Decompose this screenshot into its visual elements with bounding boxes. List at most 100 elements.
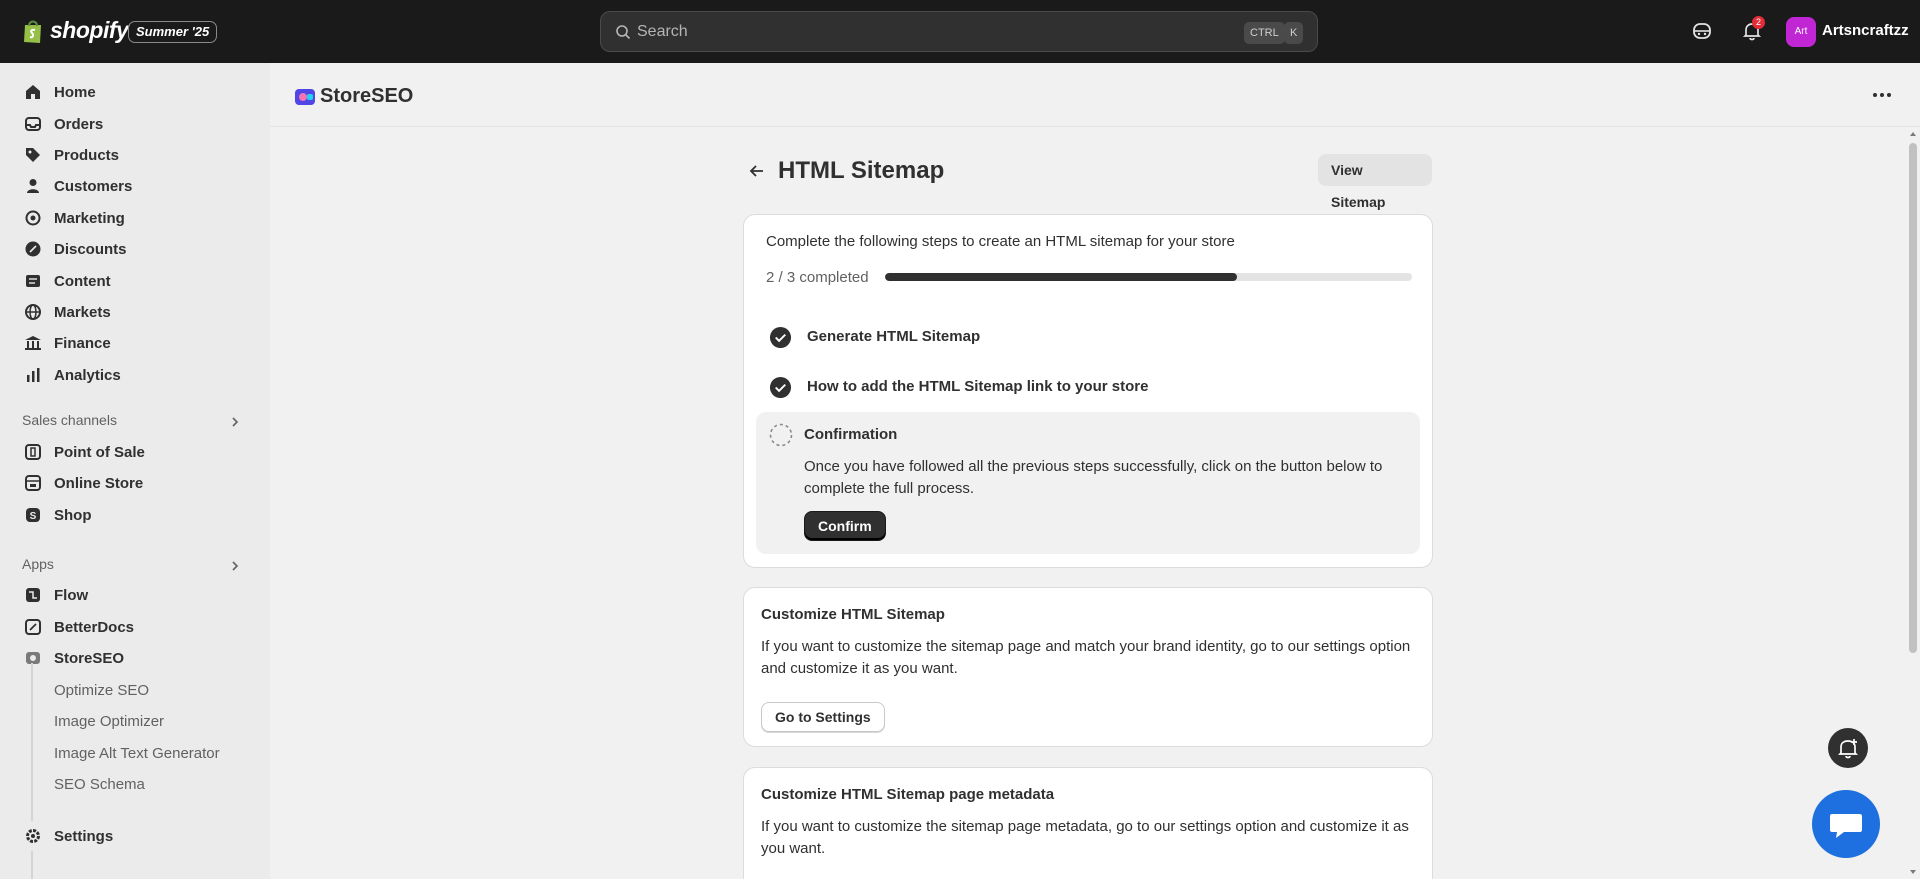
- sidebar-item-analytics[interactable]: Analytics: [10, 360, 260, 390]
- progress-text: 2 / 3 completed: [766, 269, 869, 286]
- sidebar-item-customers[interactable]: Customers: [10, 171, 260, 201]
- globe-icon: [25, 304, 41, 320]
- sidebar-subitem-optimize-seo[interactable]: Optimize SEO: [10, 675, 260, 705]
- steps-intro: Complete the following steps to create a…: [766, 233, 1235, 250]
- scroll-up-arrow-icon[interactable]: [1909, 130, 1917, 138]
- chart-icon: [27, 368, 40, 382]
- view-sitemap-button[interactable]: View Sitemap: [1318, 154, 1432, 210]
- sidebar-item-products[interactable]: Products: [10, 140, 260, 170]
- progress-bar: [885, 273, 1412, 281]
- apps-heading[interactable]: Apps: [22, 556, 54, 572]
- scroll-down-arrow-icon[interactable]: [1909, 868, 1917, 876]
- sidebar-item-online-store[interactable]: Online Store: [10, 468, 260, 498]
- app-title: StoreSEO: [320, 85, 414, 107]
- target-icon: [25, 210, 41, 226]
- sidebar-item-label: Point of Sale: [54, 443, 145, 461]
- sidebar-item-orders[interactable]: Orders: [10, 109, 260, 139]
- storeseo-app-icon: [26, 652, 40, 664]
- chat-support-button[interactable]: [1812, 790, 1880, 858]
- shop-app-icon: S: [26, 508, 40, 522]
- card-title: Customize HTML Sitemap: [761, 606, 945, 623]
- top-bar: shopify Summer '25 CTRL K 2 Art Artsncra…: [0, 0, 1920, 63]
- page-header: HTML Sitemap View Sitemap: [744, 154, 1432, 210]
- chevron-right-icon[interactable]: [228, 415, 242, 429]
- sidebar-subitem-seo-schema[interactable]: SEO Schema: [10, 769, 260, 799]
- scrollbar-thumb[interactable]: [1909, 143, 1917, 653]
- step-title: Confirmation: [804, 426, 898, 443]
- sidebar-item-content[interactable]: Content: [10, 266, 260, 296]
- sidebar-item-label: SEO Schema: [54, 775, 145, 793]
- content-icon: [26, 275, 40, 287]
- sidebar-item-label: Customers: [54, 177, 133, 195]
- store-icon: [25, 475, 41, 491]
- sidebar-item-label: Orders: [54, 115, 104, 133]
- store-name[interactable]: Artsncraftzz: [1822, 22, 1909, 39]
- sales-channels-heading[interactable]: Sales channels: [22, 412, 117, 428]
- sidebar-item-settings[interactable]: Settings: [10, 821, 260, 851]
- sidebar-item-marketing[interactable]: Marketing: [10, 203, 260, 233]
- inbox-icon: [25, 117, 41, 131]
- scrollbar[interactable]: [1906, 127, 1920, 879]
- svg-text:S: S: [30, 511, 37, 522]
- sidebar-item-shop[interactable]: S Shop: [10, 500, 260, 530]
- gear-icon: [26, 829, 40, 843]
- search-icon: [616, 25, 631, 40]
- sidebar-item-label: Online Store: [54, 474, 144, 492]
- go-to-settings-button[interactable]: Go to Settings: [761, 702, 885, 732]
- search-bar[interactable]: CTRL K: [600, 11, 1318, 52]
- shortcut-ctrl-key: CTRL: [1244, 22, 1285, 44]
- bell-plus-icon: [1837, 739, 1859, 759]
- progress-bar-fill: [885, 273, 1237, 281]
- card-description: If you want to customize the sitemap pag…: [761, 818, 1409, 857]
- step-label: Generate HTML Sitemap: [807, 328, 981, 345]
- shortcut-k-key: K: [1284, 22, 1304, 44]
- sidebar-item-flow[interactable]: Flow: [10, 580, 260, 610]
- tag-icon: [26, 148, 40, 162]
- sidebar-item-label: StoreSEO: [54, 649, 125, 667]
- card-description: If you want to customize the sitemap pag…: [761, 638, 1411, 677]
- customize-metadata-card: Customize HTML Sitemap page metadata If …: [743, 767, 1433, 879]
- chevron-right-icon[interactable]: [228, 559, 242, 573]
- sidebar-item-betterdocs[interactable]: BetterDocs: [10, 612, 260, 642]
- sidebar-subitem-alt-text-generator[interactable]: Image Alt Text Generator: [10, 738, 260, 768]
- sidebar-item-label: Markets: [54, 303, 111, 321]
- confirm-button[interactable]: Confirm: [804, 511, 886, 541]
- bank-icon: [25, 336, 41, 350]
- app-header: StoreSEO: [270, 63, 1920, 127]
- shopify-logo[interactable]: shopify: [22, 17, 129, 44]
- check-circle-icon: [769, 376, 792, 399]
- sidebar-item-discounts[interactable]: Discounts: [10, 234, 260, 264]
- chat-bubble-icon: [1830, 814, 1862, 838]
- sidebar-item-label: Shop: [54, 506, 92, 524]
- betterdocs-icon: [25, 619, 41, 635]
- sidebar-item-label: Settings: [54, 827, 114, 845]
- sidebar-item-label: Finance: [54, 334, 111, 352]
- pending-circle-icon: [769, 423, 793, 447]
- sidebar-item-label: Content: [54, 272, 111, 290]
- sidebar-item-finance[interactable]: Finance: [10, 328, 260, 358]
- sidebar-item-point-of-sale[interactable]: Point of Sale: [10, 437, 260, 467]
- sidebar-item-label: Image Optimizer: [54, 712, 165, 730]
- more-actions-icon[interactable]: [1868, 83, 1896, 107]
- sidebar-item-home[interactable]: Home: [10, 77, 260, 107]
- card-title: Customize HTML Sitemap page metadata: [761, 786, 1055, 803]
- shopify-bag-icon: [24, 20, 41, 43]
- sidebar-item-label: Discounts: [54, 240, 127, 258]
- sidekick-icon[interactable]: [1690, 19, 1714, 43]
- sidebar-item-label: BetterDocs: [54, 618, 135, 636]
- pos-icon: [25, 444, 41, 460]
- sidebar-item-markets[interactable]: Markets: [10, 297, 260, 327]
- check-circle-icon: [769, 326, 792, 349]
- avatar[interactable]: Art: [1786, 17, 1816, 47]
- notification-fab[interactable]: [1828, 728, 1868, 768]
- sidebar-item-label: Products: [54, 146, 120, 164]
- sidebar-item-label: Marketing: [54, 209, 125, 227]
- step-label: How to add the HTML Sitemap link to your…: [807, 378, 1149, 395]
- setup-steps-card: Complete the following steps to create a…: [743, 214, 1433, 568]
- sidebar-subitem-image-optimizer[interactable]: Image Optimizer: [10, 706, 260, 736]
- edition-badge[interactable]: Summer '25: [128, 21, 218, 43]
- sidebar-item-storeseo[interactable]: StoreSEO: [10, 643, 260, 673]
- search-input[interactable]: [637, 20, 1237, 44]
- sidebar-item-label: Home: [54, 83, 96, 101]
- back-arrow-icon[interactable]: [747, 161, 767, 181]
